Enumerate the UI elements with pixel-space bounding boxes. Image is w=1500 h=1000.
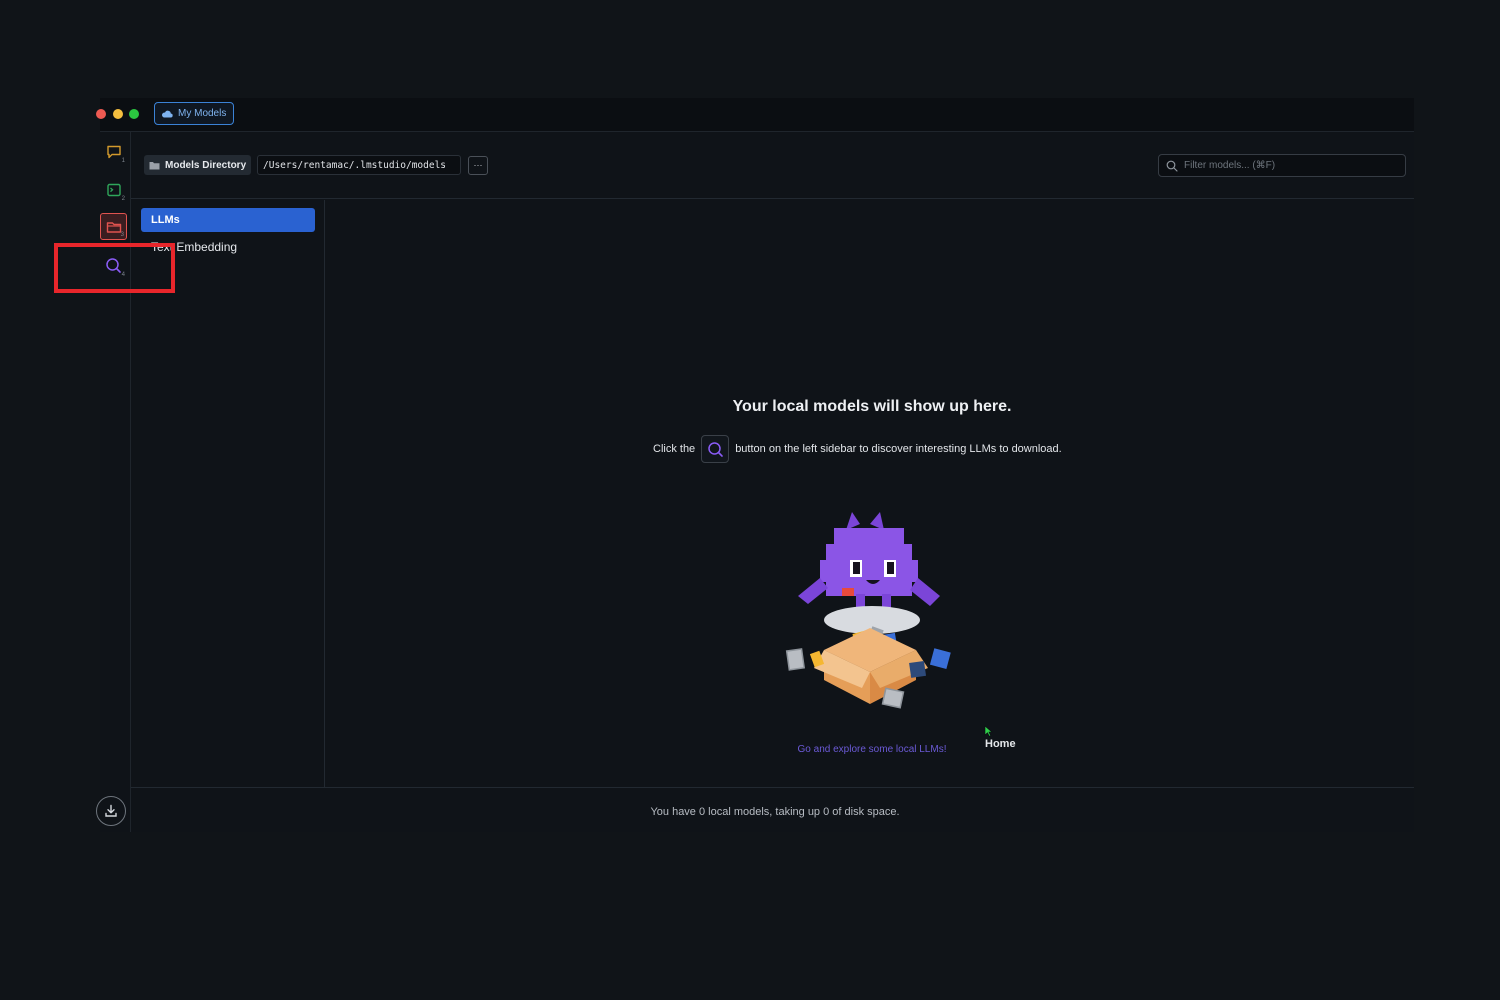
category-llms[interactable]: LLMs bbox=[141, 208, 315, 232]
search-icon bbox=[707, 441, 723, 457]
folder-icon bbox=[106, 221, 121, 233]
cloud-icon bbox=[161, 110, 173, 118]
disk-usage-summary: You have 0 local models, taking up 0 of … bbox=[650, 806, 900, 818]
app-window: My Models 1 2 3 4 Models Directory /User… bbox=[96, 98, 1414, 832]
my-models-tab-label: My Models bbox=[178, 108, 227, 119]
status-footer: You have 0 local models, taking up 0 of … bbox=[131, 787, 1414, 832]
maximize-window-button[interactable] bbox=[129, 109, 139, 119]
sidebar-item-playground[interactable]: 2 bbox=[100, 176, 127, 203]
home-tooltip: Home bbox=[985, 738, 1016, 750]
models-toolbar: Models Directory /Users/rentamac/.lmstud… bbox=[131, 132, 1414, 199]
close-window-button[interactable] bbox=[96, 109, 106, 119]
sidebar-item-chat[interactable]: 1 bbox=[100, 138, 127, 165]
sidebar-badge: 1 bbox=[121, 158, 125, 164]
download-icon bbox=[105, 804, 117, 817]
sidebar-badge: 3 bbox=[120, 232, 124, 238]
my-models-tab[interactable]: My Models bbox=[154, 102, 235, 125]
hint-text-after: button on the left sidebar to discover i… bbox=[735, 443, 1062, 455]
downloads-button[interactable] bbox=[96, 796, 126, 826]
terminal-icon bbox=[106, 183, 121, 196]
hint-text-before: Click the bbox=[653, 443, 696, 455]
sidebar-item-my-models[interactable]: 3 bbox=[100, 213, 127, 240]
empty-state-hint: Click the button on the left sidebar to … bbox=[653, 434, 1062, 464]
models-directory-path[interactable]: /Users/rentamac/.lmstudio/models bbox=[257, 155, 461, 175]
empty-state-title: Your local models will show up here. bbox=[732, 398, 1012, 415]
chat-icon bbox=[106, 145, 121, 158]
filter-models-input[interactable] bbox=[1184, 160, 1394, 171]
main-content: Your local models will show up here. Cli… bbox=[326, 200, 1414, 787]
sidebar-badge: 2 bbox=[121, 196, 125, 202]
models-directory-text: Models Directory bbox=[165, 159, 247, 171]
sidebar-rail: 1 2 3 4 bbox=[96, 132, 131, 832]
hint-search-button bbox=[701, 435, 730, 463]
title-bar: My Models bbox=[96, 98, 1414, 132]
mouse-cursor-icon bbox=[984, 725, 993, 737]
filter-models-field[interactable] bbox=[1158, 154, 1406, 177]
models-directory-label: Models Directory bbox=[144, 155, 252, 175]
robot-mascot-illustration bbox=[785, 512, 951, 709]
minimize-window-button[interactable] bbox=[113, 109, 123, 119]
highlight-box bbox=[54, 243, 175, 293]
search-icon bbox=[1166, 160, 1178, 172]
folder-icon bbox=[149, 161, 160, 169]
directory-options-button[interactable]: ··· bbox=[468, 156, 488, 175]
explore-llms-link[interactable]: Go and explore some local LLMs! bbox=[326, 744, 1418, 755]
